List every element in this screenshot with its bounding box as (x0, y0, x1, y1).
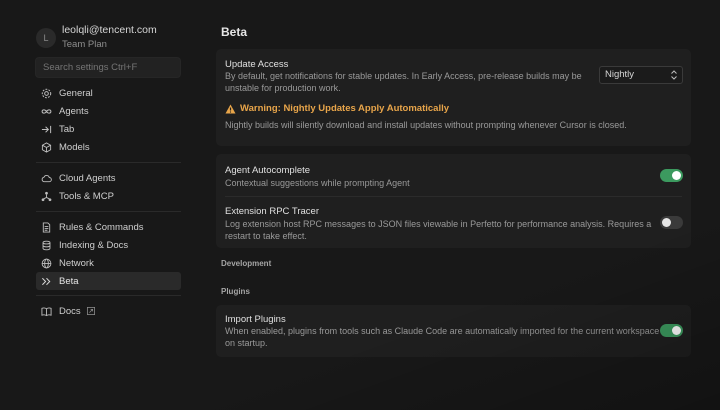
sidebar: L leolqli@tencent.com Team Plan General … (0, 0, 190, 410)
update-access-description: By default, get notifications for stable… (225, 71, 582, 93)
gear-icon (41, 88, 52, 99)
nightly-warning-description: Nightly builds will silently download an… (225, 120, 627, 130)
sidebar-item-label: Tools & MCP (59, 190, 114, 202)
sidebar-item-label: Rules & Commands (59, 221, 144, 233)
sidebar-item-beta[interactable]: Beta (36, 272, 181, 290)
import-plugins-card: Import Plugins When enabled, plugins fro… (216, 305, 691, 357)
nodes-icon (41, 191, 52, 202)
update-channel-select[interactable]: Nightly (599, 66, 683, 84)
section-development: Development (221, 259, 272, 268)
sidebar-item-agents[interactable]: Agents (36, 102, 181, 120)
sidebar-item-label: Docs (59, 305, 81, 317)
cube-icon (41, 141, 52, 153)
sidebar-item-tools-mcp[interactable]: Tools & MCP (36, 187, 181, 205)
sidebar-item-label: Tab (59, 123, 75, 135)
nightly-warning: Warning: Nightly Updates Apply Automatic… (225, 103, 449, 114)
update-access-title: Update Access (225, 59, 289, 70)
sidebar-item-label: Network (59, 257, 94, 269)
infinity-icon (41, 106, 52, 117)
row-divider (225, 196, 682, 197)
double-chevron-icon (41, 276, 52, 287)
rpc-tracer-toggle[interactable] (660, 216, 683, 229)
database-icon (41, 240, 52, 251)
account-plan: Team Plan (62, 39, 107, 50)
rpc-tracer-title: Extension RPC Tracer (225, 206, 319, 217)
external-link-icon (86, 307, 95, 315)
arrow-right-bar-icon (41, 124, 52, 135)
sidebar-divider (36, 162, 181, 163)
sidebar-item-models[interactable]: Models (36, 138, 181, 156)
agent-autocomplete-toggle[interactable] (660, 169, 683, 182)
account-info[interactable]: L leolqli@tencent.com Team Plan (36, 24, 157, 51)
section-plugins: Plugins (221, 287, 250, 296)
sidebar-item-tab[interactable]: Tab (36, 120, 181, 138)
book-icon (41, 306, 52, 317)
avatar: L (36, 27, 56, 48)
import-plugins-description: When enabled, plugins from tools such as… (225, 326, 660, 348)
sidebar-item-label: Cloud Agents (59, 172, 116, 184)
sidebar-divider (36, 295, 181, 296)
sidebar-item-label: Models (59, 141, 90, 153)
sidebar-item-cloud-agents[interactable]: Cloud Agents (36, 169, 181, 187)
globe-icon (41, 258, 52, 269)
search-input[interactable] (35, 57, 181, 78)
import-plugins-toggle[interactable] (660, 324, 683, 337)
sidebar-item-general[interactable]: General (36, 84, 181, 102)
page-title: Beta (221, 25, 248, 39)
sidebar-item-network[interactable]: Network (36, 254, 181, 272)
chevron-up-down-icon (670, 69, 678, 81)
sidebar-item-label: Indexing & Docs (59, 239, 129, 251)
update-access-card: Update Access By default, get notificati… (216, 49, 691, 146)
sidebar-item-docs[interactable]: Docs (36, 302, 181, 320)
sidebar-item-rules-commands[interactable]: Rules & Commands (36, 218, 181, 236)
sidebar-item-label: Agents (59, 105, 89, 117)
import-plugins-title: Import Plugins (225, 314, 286, 325)
document-icon (41, 221, 52, 233)
sidebar-item-indexing-docs[interactable]: Indexing & Docs (36, 236, 181, 254)
cloud-icon (41, 173, 52, 184)
account-email: leolqli@tencent.com (62, 24, 157, 36)
warning-icon (225, 104, 236, 113)
sidebar-divider (36, 211, 181, 212)
sidebar-item-label: Beta (59, 275, 79, 287)
beta-features-card: Agent Autocomplete Contextual suggestion… (216, 154, 691, 248)
sidebar-item-label: General (59, 87, 93, 99)
agent-autocomplete-title: Agent Autocomplete (225, 165, 311, 176)
rpc-tracer-description: Log extension host RPC messages to JSON … (225, 219, 652, 241)
agent-autocomplete-description: Contextual suggestions while prompting A… (225, 178, 410, 188)
